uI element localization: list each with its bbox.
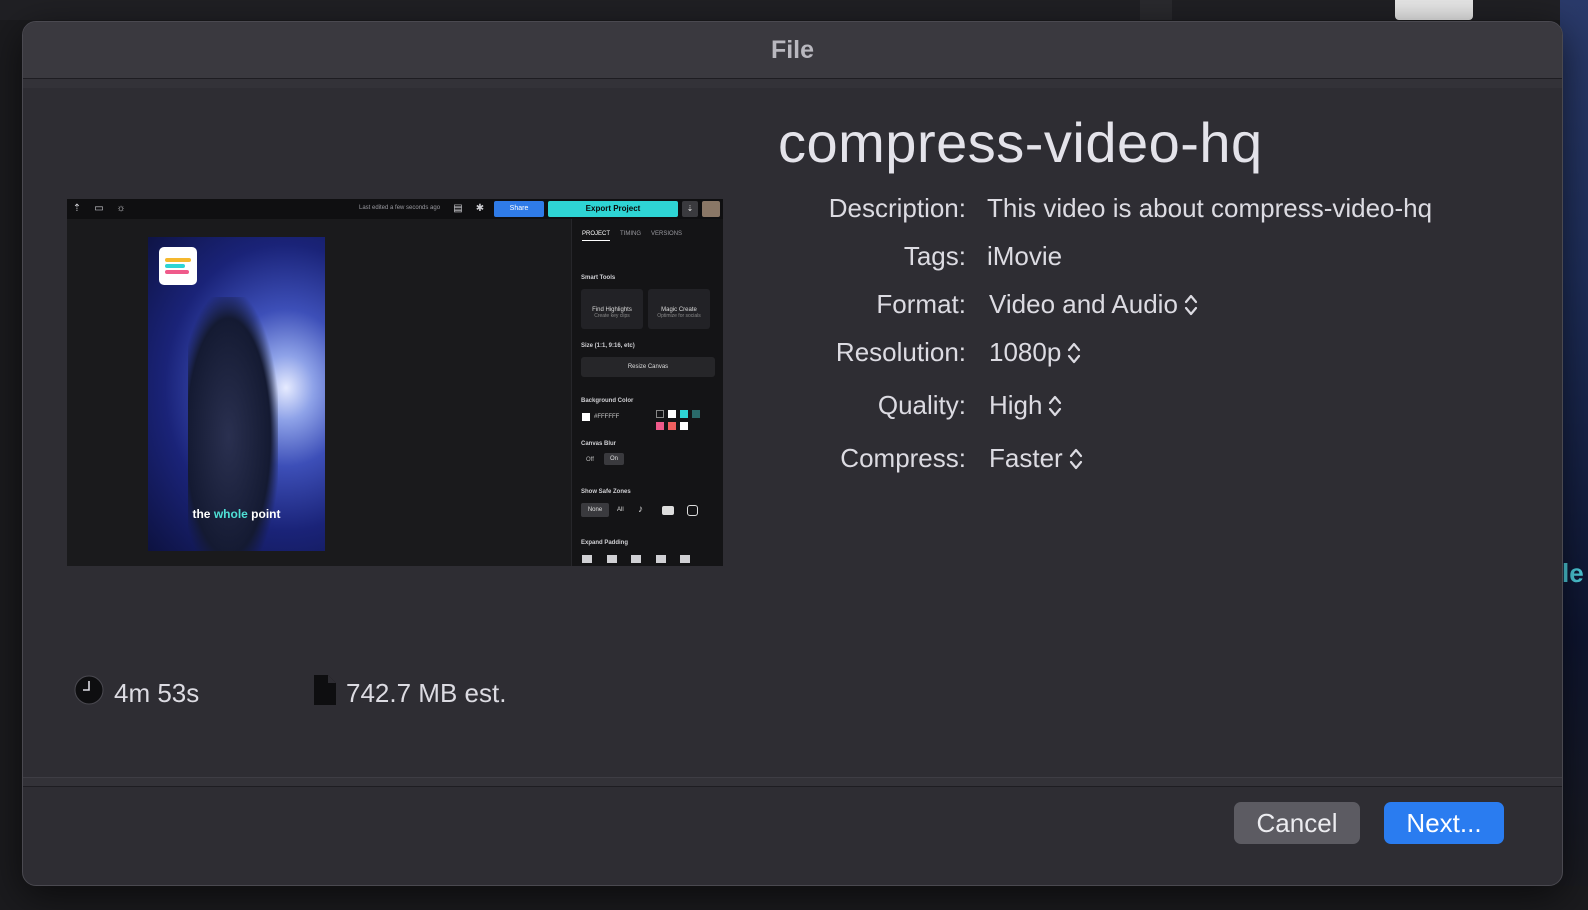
format-value: Video and Audio [989, 289, 1178, 319]
duration-stat: 4m 53s [74, 675, 199, 712]
resolution-value: 1080p [989, 337, 1062, 367]
tiktok-icon: ♪ [638, 504, 643, 515]
padding-option-icon [680, 555, 690, 563]
desktop-top-strip [0, 0, 1588, 20]
chevron-updown-icon [1067, 340, 1081, 366]
footer-separator [23, 777, 1562, 787]
padding-option-icon [607, 555, 617, 563]
preview-expand-padding-label: Expand Padding [581, 540, 629, 546]
padding-option-icon [582, 555, 592, 563]
clock-icon [74, 675, 104, 712]
cancel-button[interactable]: Cancel [1234, 802, 1360, 844]
compress-value: Faster [989, 443, 1063, 473]
resolution-row: Resolution: 1080p [23, 337, 1562, 377]
compress-row: Compress: Faster [23, 443, 1562, 483]
title-separator [23, 79, 1562, 88]
desktop-white-tab [1395, 0, 1473, 20]
dialog-titlebar: File [23, 22, 1562, 79]
padding-option-icon [631, 555, 641, 563]
padding-option-icon [656, 555, 666, 563]
compress-popup[interactable]: Faster [989, 443, 1083, 474]
description-field[interactable]: This video is about compress-video-hq [987, 193, 1432, 224]
next-button[interactable]: Next... [1384, 802, 1504, 844]
preview-safe-none: None [581, 503, 609, 517]
tags-label: Tags: [903, 241, 966, 271]
chevron-updown-icon [1069, 446, 1083, 472]
tags-field[interactable]: iMovie [987, 241, 1062, 272]
document-icon [314, 675, 336, 712]
preview-safe-zones-label: Show Safe Zones [581, 489, 631, 495]
youtube-icon [662, 506, 674, 515]
resolution-popup[interactable]: 1080p [989, 337, 1081, 368]
description-label: Description: [828, 193, 966, 223]
format-popup[interactable]: Video and Audio [989, 289, 1198, 320]
preview-caption: the whole point [192, 507, 281, 521]
file-size-stat: 742.7 MB est. [314, 675, 506, 712]
duration-value: 4m 53s [114, 678, 200, 708]
quality-popup[interactable]: High [989, 390, 1062, 421]
format-label: Format: [876, 289, 966, 319]
resolution-label: Resolution: [835, 337, 966, 367]
chevron-updown-icon [1184, 292, 1198, 318]
quality-row: Quality: High [23, 390, 1562, 430]
format-row: Format: Video and Audio [23, 289, 1562, 329]
file-name-title: compress-video-hq [778, 111, 1263, 174]
preview-safe-all: All [617, 507, 624, 513]
description-row: Description: This video is about compres… [23, 193, 1562, 233]
quality-value: High [989, 390, 1043, 420]
quality-label: Quality: [877, 390, 966, 420]
desktop-bottom-strip [0, 886, 1588, 910]
dialog-title: File [770, 35, 815, 64]
compress-label: Compress: [840, 443, 966, 473]
chevron-updown-icon [1048, 393, 1062, 419]
file-size-value: 742.7 MB est. [346, 678, 507, 708]
instagram-icon [687, 505, 698, 516]
desktop-right-edge [1560, 0, 1588, 910]
desktop-strip [1140, 0, 1172, 20]
tags-row: Tags: iMovie [23, 241, 1562, 281]
desktop-edge-text: le [1562, 558, 1584, 588]
share-file-dialog: File ⇡ ▭ ☼ Last edited a few seconds ago… [22, 21, 1563, 886]
